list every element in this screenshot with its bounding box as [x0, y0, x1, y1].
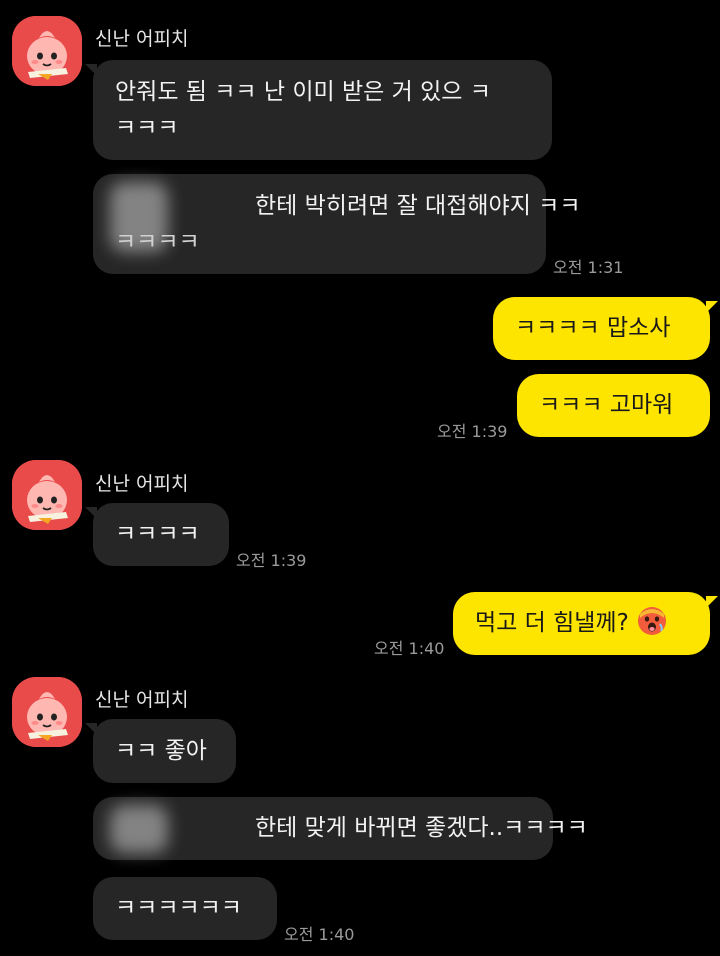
message-time: 오전 1:39: [437, 422, 508, 441]
message-text: 안줘도 됨 ㅋㅋ 난 이미 받은 거 있으 ㅋ: [115, 79, 491, 105]
apeach-avatar-icon: [12, 460, 82, 530]
sender-avatar[interactable]: [12, 16, 82, 86]
message-text: 한테 맞게 바뀌면 좋겠다..ㅋㅋㅋㅋ: [255, 815, 588, 841]
outgoing-message[interactable]: ㅋㅋㅋㅋ 맙소사: [493, 297, 718, 360]
incoming-message[interactable]: ㅋㅋㅋㅋ: [85, 503, 229, 566]
outgoing-message[interactable]: 먹고 더 힘낼께?: [453, 592, 718, 655]
incoming-message[interactable]: ㅋㅋㅋㅋㅋㅋ: [93, 877, 277, 940]
sender-name: 신난 어피치: [95, 28, 189, 50]
message-text: 먹고 더 힘낼께?: [475, 610, 629, 636]
message-text: ㅋㅋㅋㅋ 맙소사: [515, 315, 671, 341]
sender-avatar[interactable]: [12, 677, 82, 747]
incoming-message[interactable]: 안줘도 됨 ㅋㅋ 난 이미 받은 거 있으 ㅋ ㅋㅋㅋ: [85, 60, 552, 160]
hot-face-emoji-icon: [637, 607, 666, 635]
sender-avatar[interactable]: [12, 460, 82, 530]
blurred-name: [110, 805, 168, 853]
outgoing-message[interactable]: ㅋㅋㅋ 고마워: [517, 374, 710, 437]
message-text: ㅋㅋㅋ: [115, 115, 179, 141]
incoming-message[interactable]: ㅋㅋ 좋아: [85, 719, 236, 783]
message-time: 오전 1:40: [284, 925, 355, 944]
message-text: ㅋㅋㅋ 고마워: [539, 392, 674, 418]
apeach-avatar-icon: [12, 677, 82, 747]
sender-name: 신난 어피치: [95, 689, 189, 711]
message-text: 한테 박히려면 잘 대접해야지 ㅋㅋ: [255, 193, 581, 219]
message-time: 오전 1:39: [236, 551, 307, 570]
sender-name: 신난 어피치: [95, 473, 189, 495]
message-time: 오전 1:31: [553, 258, 624, 277]
message-text: ㅋㅋ 좋아: [115, 738, 207, 764]
message-text: ㅋㅋㅋㅋㅋㅋ: [115, 895, 242, 921]
blurred-name: [110, 182, 168, 252]
message-text: ㅋㅋㅋㅋ: [115, 521, 200, 547]
message-text: ㅋㅋㅋㅋ: [115, 224, 524, 260]
message-time: 오전 1:40: [374, 639, 445, 658]
apeach-avatar-icon: [12, 16, 82, 86]
